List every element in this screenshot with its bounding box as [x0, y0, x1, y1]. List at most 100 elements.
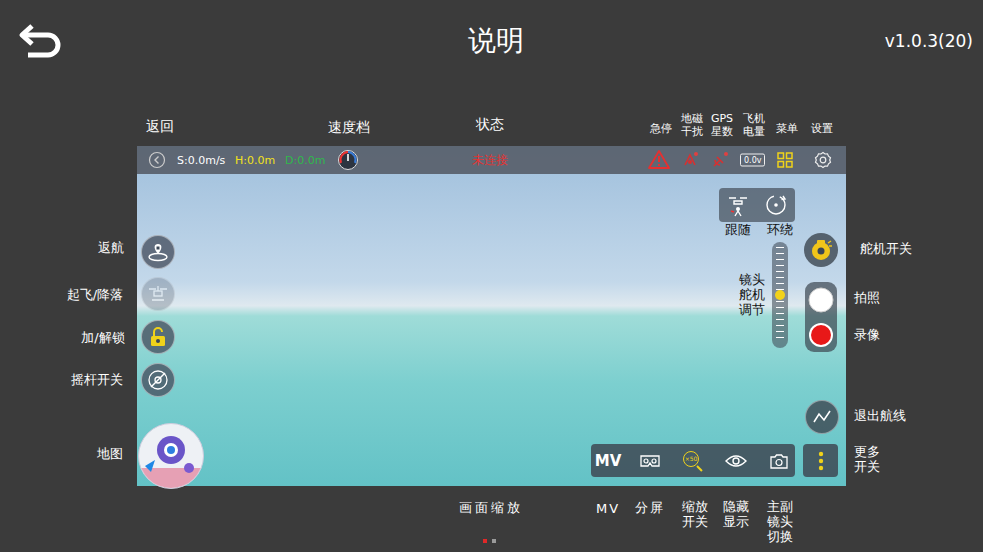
orbit-icon-svg-icon: [764, 193, 788, 217]
takeoff-land-button[interactable]: [141, 277, 175, 311]
callout-label: 速度档: [328, 119, 370, 137]
callout-label: 画面缩放: [459, 499, 523, 517]
lock-unlock-button[interactable]: [141, 320, 175, 354]
follow-drone-icon-svg-icon: [726, 193, 750, 217]
callout-label: 设置: [811, 121, 833, 136]
return-home-button-icon-svg-icon: [147, 241, 169, 263]
return-home-button-icon: [147, 241, 169, 263]
page-indicator: [483, 539, 496, 543]
callout-label: 摇杆开关: [71, 371, 123, 389]
gps-satellite-icon-svg-icon: [711, 151, 729, 169]
photo-shutter-icon[interactable]: [808, 287, 834, 313]
split-screen-icon[interactable]: [639, 452, 661, 470]
joystick-toggle-button-icon: [147, 369, 169, 391]
zoom-toggle-button[interactable]: ×50: [681, 449, 705, 473]
gimbal-slider-ticks: [776, 247, 784, 343]
servo-toggle-icon[interactable]: [804, 233, 838, 267]
split-screen-icon-svg-icon: [639, 452, 661, 470]
callout-label: 返航: [98, 239, 124, 257]
back-circle-icon[interactable]: [148, 151, 166, 169]
callout-label: 舵机开关: [860, 240, 912, 258]
more-options-icon-svg-icon: [818, 451, 824, 471]
callout-label: 急停: [650, 121, 672, 136]
gimbal-slider-track[interactable]: [772, 242, 788, 348]
callout-label: 分屏: [635, 499, 665, 517]
settings-gear-icon[interactable]: [814, 151, 832, 169]
callout-label: 加/解锁: [81, 329, 124, 347]
return-home-button[interactable]: [141, 235, 175, 269]
back-icon[interactable]: [18, 23, 64, 59]
page-title: 说明: [468, 22, 524, 60]
servo-toggle-icon-svg-icon: [808, 237, 834, 263]
joystick-toggle-button-icon-svg-icon: [147, 369, 169, 391]
record-icon[interactable]: [808, 322, 834, 348]
flight-mode-panel: [719, 188, 795, 222]
callout-label: 飞机电量: [743, 113, 765, 138]
callout-label: 地图: [97, 445, 123, 463]
exit-route-icon[interactable]: [805, 400, 839, 434]
mv-button[interactable]: MV: [595, 452, 622, 470]
callout-label: MV: [596, 501, 620, 516]
takeoff-land-button-icon-svg-icon: [147, 283, 169, 305]
header-left: [18, 23, 468, 59]
callout-label: 退出航线: [854, 407, 906, 425]
battery-indicator: 0.0v: [740, 154, 765, 167]
zoom-badge-circle: ×50: [683, 451, 699, 467]
speed-gauge-icon-svg-icon: [337, 149, 359, 171]
callout-label: 更多开关: [854, 445, 880, 475]
more-options-icon[interactable]: [803, 444, 838, 477]
hide-show-eye-icon-svg-icon: [725, 453, 747, 469]
distance-reading: D:0.0m: [285, 154, 325, 167]
follow-drone-icon[interactable]: [726, 193, 750, 217]
speed-gauge-icon[interactable]: [337, 149, 359, 171]
speed-reading: S:0.0m/s: [177, 154, 225, 167]
status-bar: S:0.0m/sH:0.0mD:0.0m未连接0.0v: [137, 146, 846, 174]
settings-gear-icon-svg-icon: [814, 151, 832, 169]
zoom-badge: ×50: [685, 456, 698, 462]
takeoff-land-button-icon: [147, 283, 169, 305]
back-circle-icon-svg-icon: [148, 151, 166, 169]
orbit-label: 环绕: [767, 221, 793, 239]
callout-label: 菜单: [776, 121, 798, 136]
emergency-stop-icon-svg-icon: [648, 149, 670, 171]
callout-label: 地磁干扰: [681, 113, 703, 138]
callout-label: GPS星数: [709, 113, 735, 138]
hide-show-eye-icon[interactable]: [725, 453, 747, 469]
emergency-stop-icon[interactable]: [648, 149, 670, 171]
capture-panel: [805, 282, 837, 352]
camera-preview: S:0.0m/sH:0.0mD:0.0m未连接0.0v跟随环绕镜头舵机调节MV×…: [137, 146, 846, 486]
map-thumbnail-icon-svg-icon: [139, 424, 203, 488]
callout-label: 隐藏显示: [723, 500, 749, 530]
record-icon-svg-icon: [808, 322, 834, 348]
gps-satellite-icon: [711, 151, 729, 169]
page-dot[interactable]: [492, 539, 496, 543]
zoom-handle: [696, 465, 702, 471]
gimbal-slider-knob[interactable]: [775, 290, 785, 300]
callout-label: 状态: [476, 116, 504, 134]
back-icon-svg-icon: [18, 23, 64, 59]
menu-grid-icon[interactable]: [777, 152, 793, 168]
callout-label: 录像: [854, 326, 880, 344]
callout-label: 主副镜头切换: [767, 500, 793, 545]
page-dot[interactable]: [483, 539, 487, 543]
callout-label: 返回: [146, 118, 174, 136]
camera-switch-icon[interactable]: [769, 452, 789, 470]
orbit-icon[interactable]: [764, 193, 788, 217]
diagram-stage: S:0.0m/sH:0.0mD:0.0m未连接0.0v跟随环绕镜头舵机调节MV×…: [0, 0, 983, 552]
follow-label: 跟随: [725, 221, 751, 239]
callout-label: 拍照: [854, 289, 880, 307]
gimbal-label: 镜头舵机调节: [739, 273, 765, 318]
compass-interference-icon: [681, 151, 699, 169]
photo-shutter-icon-svg-icon: [808, 287, 834, 313]
height-reading: H:0.0m: [235, 154, 275, 167]
joystick-toggle-button[interactable]: [141, 363, 175, 397]
version-label: v1.0.3(20): [524, 31, 974, 51]
compass-interference-icon-svg-icon: [681, 151, 699, 169]
map-thumbnail-icon[interactable]: [138, 423, 204, 489]
lock-unlock-button-icon-svg-icon: [147, 326, 169, 348]
menu-grid-icon-svg-icon: [777, 152, 793, 168]
callout-label: 起飞/降落: [67, 286, 123, 304]
bottom-toolbar: MV ×50: [591, 444, 795, 477]
header-bar: 说明v1.0.3(20): [0, 0, 983, 82]
lock-unlock-button-icon: [147, 326, 169, 348]
